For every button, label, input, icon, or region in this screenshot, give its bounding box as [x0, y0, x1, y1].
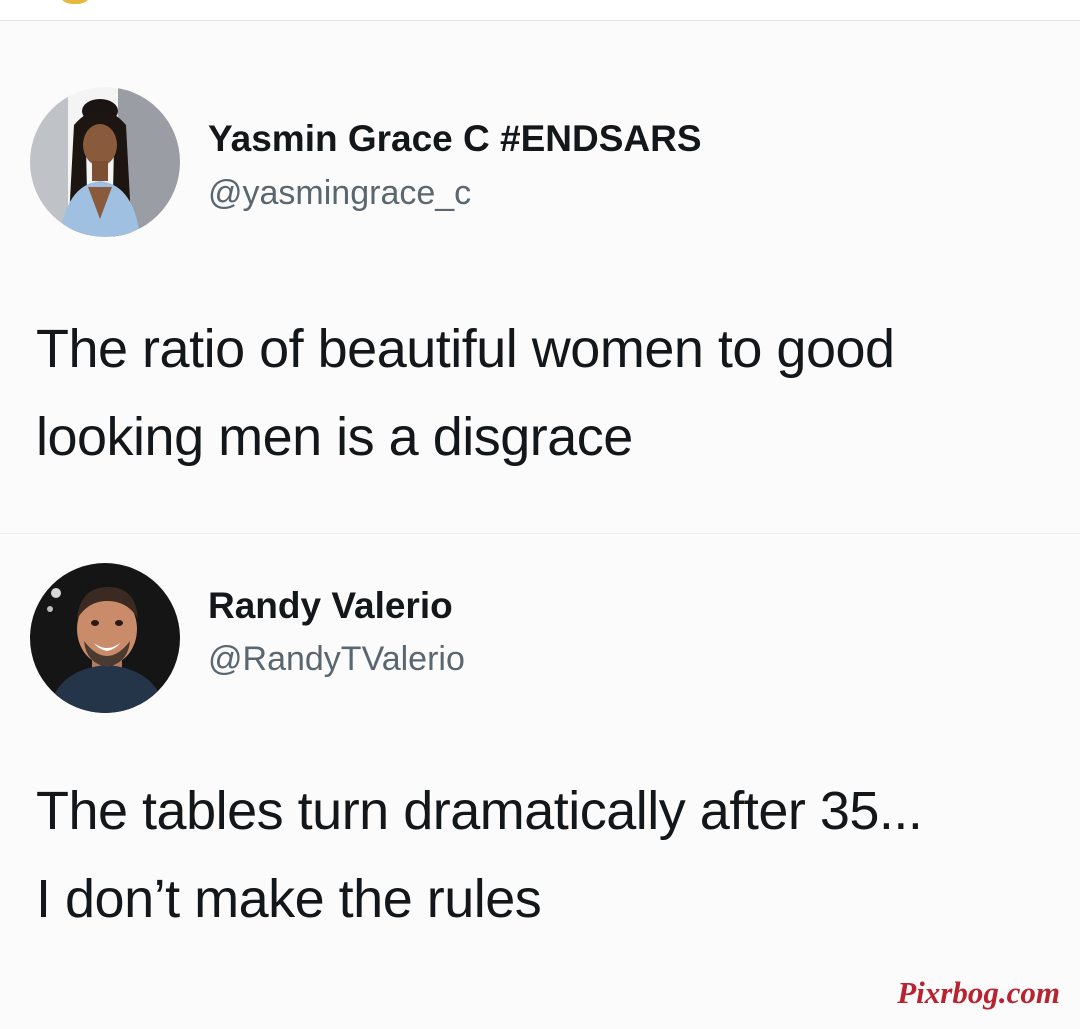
- author-handle[interactable]: @yasmingrace_c: [208, 172, 471, 214]
- tweet-text-line: The tables turn dramatically after 35...: [36, 781, 923, 841]
- author-name[interactable]: Yasmin Grace C #ENDSARS: [208, 117, 702, 161]
- previous-item-edge: [0, 0, 1080, 20]
- tweet-card[interactable]: Randy Valerio @RandyTValerio The tables …: [0, 534, 1080, 1029]
- previous-avatar-edge: [58, 0, 92, 4]
- tweet-text-line: The ratio of beautiful women to good: [36, 319, 895, 379]
- tweet-text: The tables turn dramatically after 35...…: [36, 767, 1066, 943]
- site-watermark: Pixrbog.com: [897, 975, 1060, 1010]
- tweet-text-line: looking men is a disgrace: [36, 407, 633, 467]
- author-avatar[interactable]: [30, 87, 180, 237]
- tweet-text: The ratio of beautiful women to good loo…: [36, 305, 1066, 481]
- author-name[interactable]: Randy Valerio: [208, 584, 453, 628]
- tweet-text-line: I don’t make the rules: [36, 869, 542, 929]
- avatar-photo-man: [30, 563, 180, 713]
- avatar-photo-woman: [30, 87, 180, 237]
- author-avatar[interactable]: [30, 563, 180, 713]
- tweet-card[interactable]: Yasmin Grace C #ENDSARS @yasmingrace_c T…: [0, 21, 1080, 534]
- author-handle[interactable]: @RandyTValerio: [208, 638, 465, 680]
